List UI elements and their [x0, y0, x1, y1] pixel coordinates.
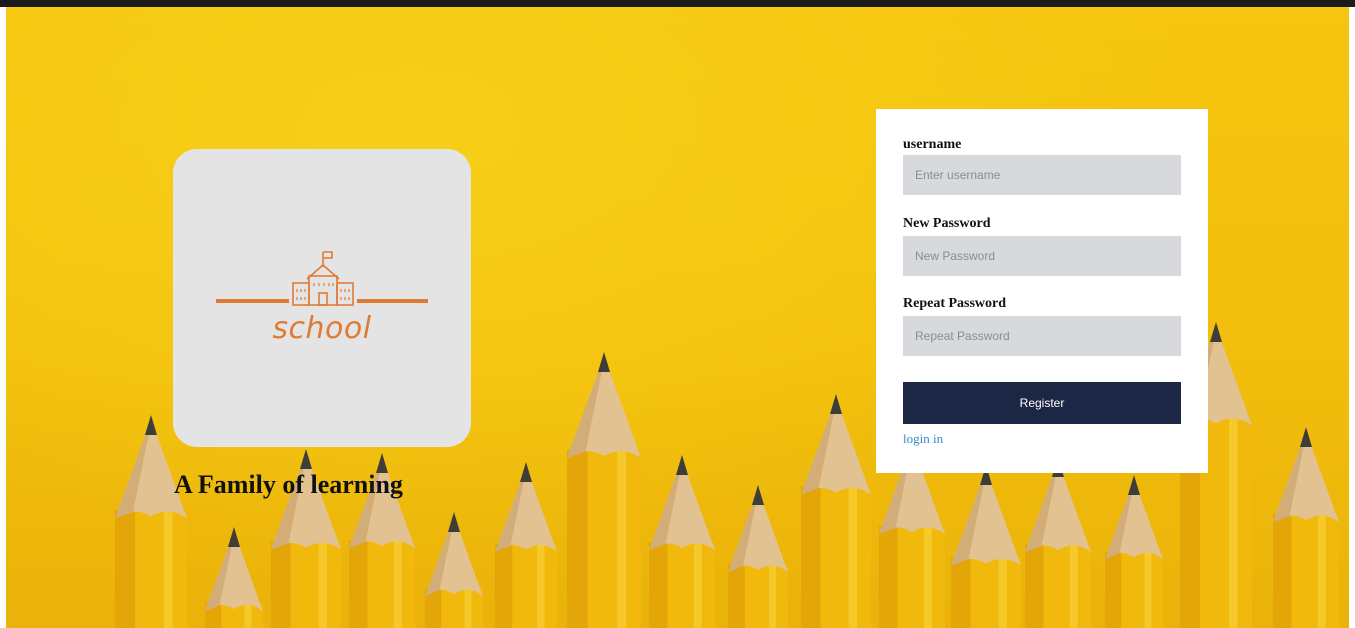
school-building-icon	[292, 251, 354, 306]
repeat-password-input[interactable]	[903, 316, 1181, 356]
pencil	[205, 527, 263, 628]
school-logo-card: school	[173, 149, 471, 447]
username-input[interactable]	[903, 155, 1181, 195]
logo-line-right	[357, 299, 428, 303]
pencil	[495, 462, 557, 628]
username-label: username	[903, 137, 962, 152]
logo-text: school	[272, 311, 372, 346]
pencil	[1273, 427, 1339, 628]
repeat-password-label: Repeat Password	[903, 296, 1007, 311]
register-button[interactable]: Register	[903, 382, 1181, 424]
logo-line-left	[216, 299, 289, 303]
new-password-label: New Password	[903, 216, 991, 231]
pencil	[1105, 475, 1163, 628]
pencil	[649, 455, 715, 628]
pencil	[801, 394, 871, 628]
pencil	[567, 352, 641, 628]
tagline: A Family of learning	[174, 470, 403, 499]
register-form: username New Password Repeat Password Re…	[876, 109, 1208, 473]
pencil	[951, 465, 1021, 628]
window-top-border	[0, 0, 1355, 7]
login-link[interactable]: login in	[903, 431, 943, 447]
pencil	[1025, 457, 1091, 628]
pencil	[115, 415, 187, 628]
pencil	[728, 485, 788, 628]
new-password-input[interactable]	[903, 236, 1181, 276]
pencil	[425, 512, 483, 628]
